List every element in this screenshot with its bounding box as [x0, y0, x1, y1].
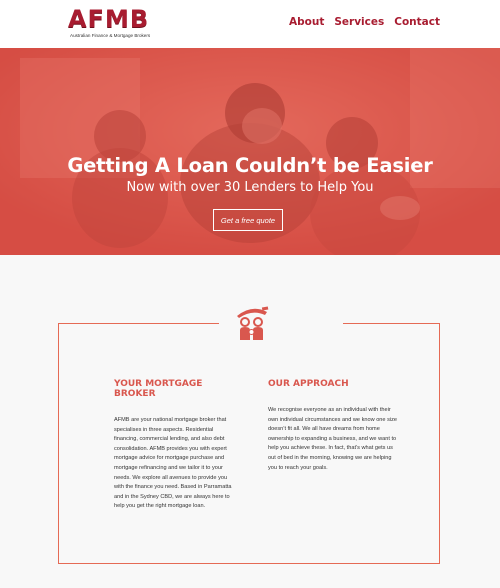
site-header: AFMB Australian Finance & Mortgage Broke… — [0, 0, 500, 48]
broker-body: AFMB are your national mortgage broker t… — [114, 417, 232, 510]
intro-section: YOUR MORTGAGE BROKER AFMB are your natio… — [0, 255, 500, 588]
main-nav: About Services Contact — [289, 16, 440, 28]
approach-column: OUR APPROACH We recognise everyone as an… — [268, 379, 398, 473]
nav-link-about[interactable]: About — [289, 16, 324, 28]
nav-link-contact[interactable]: Contact — [394, 16, 440, 28]
hero-subtitle: Now with over 30 Lenders to Help You — [126, 180, 374, 195]
hero-banner: Getting A Loan Couldn’t be Easier Now wi… — [0, 48, 500, 255]
logo-tagline: Australian Finance & Mortgage Brokers — [70, 33, 151, 38]
logo-wordmark: AFMB — [68, 5, 150, 33]
broker-column: YOUR MORTGAGE BROKER AFMB are your natio… — [114, 379, 236, 512]
logo[interactable]: AFMB Australian Finance & Mortgage Broke… — [68, 7, 158, 38]
free-quote-button[interactable]: Get a free quote — [213, 209, 283, 231]
family-umbrella-icon — [237, 306, 269, 340]
approach-body: We recognise everyone as an individual w… — [268, 407, 398, 471]
broker-heading: YOUR MORTGAGE BROKER — [114, 379, 203, 399]
approach-heading: OUR APPROACH — [268, 379, 349, 389]
hero-title: Getting A Loan Couldn’t be Easier — [67, 154, 433, 177]
nav-link-services[interactable]: Services — [334, 16, 384, 28]
